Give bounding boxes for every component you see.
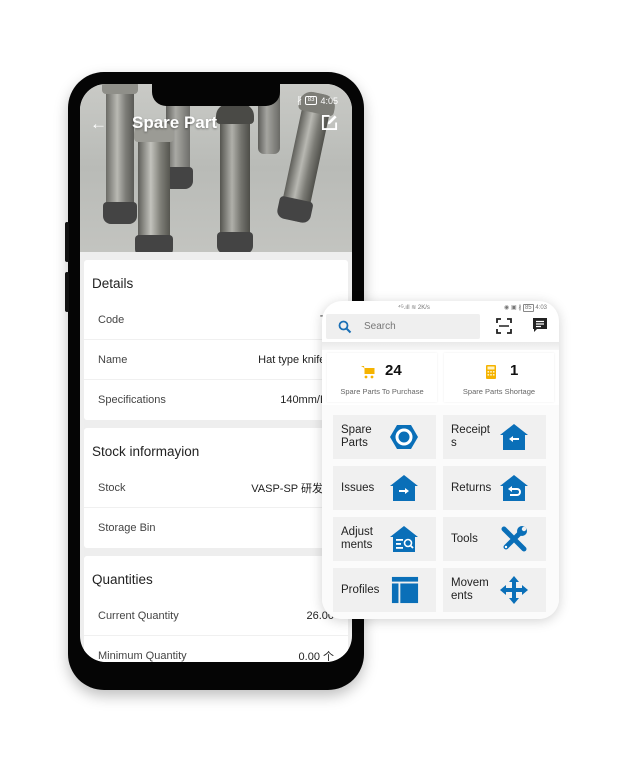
detail-content: Details Code TE Name Hat type knife c Sp… bbox=[80, 252, 352, 662]
edit-icon[interactable] bbox=[321, 114, 338, 131]
tile-returns[interactable]: Returns bbox=[443, 466, 546, 510]
stat-value: 24 bbox=[385, 362, 402, 379]
network-status: ⁴ᴳ.ıll ≋ 2K/s bbox=[398, 305, 430, 311]
section-title: Details bbox=[92, 275, 134, 291]
row-value: 0.00 个 bbox=[298, 651, 334, 662]
row-label: Name bbox=[98, 353, 128, 366]
detail-row-specifications: Specifications 140mm/BT bbox=[84, 380, 348, 420]
tile-label: Movem ents bbox=[451, 577, 489, 602]
house-return-icon bbox=[500, 475, 528, 501]
detail-row-storage-bin: Storage Bin bbox=[84, 508, 348, 548]
section-title: Quantities bbox=[92, 571, 153, 587]
stat-card-purchase[interactable]: 24 Spare Parts To Purchase bbox=[327, 353, 437, 402]
tools-icon bbox=[501, 526, 527, 552]
main-phone: ∦ 83 4:05 ← Spare Part Details Code TE N… bbox=[65, 72, 364, 690]
row-label: Code bbox=[98, 313, 125, 326]
tile-adjustments[interactable]: Adjust ments bbox=[333, 517, 436, 561]
tile-label: Spare Parts bbox=[341, 424, 372, 449]
battery-icon: 83 bbox=[304, 96, 318, 105]
bluetooth-icon: ∦ bbox=[297, 95, 302, 105]
layout-icon bbox=[391, 576, 419, 604]
arrow-left-icon[interactable]: ← bbox=[90, 115, 107, 132]
details-section: Details Code TE Name Hat type knife c Sp… bbox=[84, 260, 348, 420]
search-input[interactable]: Search bbox=[326, 314, 480, 339]
tile-receipts[interactable]: Receipt s bbox=[443, 415, 546, 459]
section-title: Stock informayion bbox=[92, 443, 200, 459]
detail-row-minimum-quantity: Minimum Quantity 0.00 个 bbox=[84, 636, 348, 662]
stat-value: 1 bbox=[510, 362, 519, 379]
tile-issues[interactable]: Issues bbox=[333, 466, 436, 510]
search-icon bbox=[338, 320, 352, 333]
scan-icon[interactable] bbox=[496, 318, 512, 334]
row-label: Minimum Quantity bbox=[98, 650, 187, 662]
cart-icon bbox=[361, 366, 375, 379]
house-arrow-left-icon bbox=[500, 424, 528, 450]
tile-label: Tools bbox=[451, 532, 478, 545]
row-label: Storage Bin bbox=[98, 522, 156, 534]
calculator-icon bbox=[486, 365, 496, 379]
detail-row-stock: Stock VASP-SP 研发中 bbox=[84, 468, 348, 508]
row-label: Stock bbox=[98, 481, 126, 494]
house-arrow-right-icon bbox=[390, 475, 418, 501]
notch bbox=[152, 84, 280, 106]
tile-label: Returns bbox=[451, 481, 492, 494]
panel-status-right: ◉ ▣ ∦ 85 4:03 bbox=[504, 304, 547, 312]
tile-label: Receipt s bbox=[451, 424, 490, 449]
tile-tools[interactable]: Tools bbox=[443, 517, 546, 561]
stat-label: Spare Parts To Purchase bbox=[340, 387, 424, 396]
move-arrows-icon bbox=[500, 576, 528, 604]
divider bbox=[322, 342, 559, 350]
row-label: Specifications bbox=[98, 394, 166, 406]
hex-nut-icon bbox=[390, 425, 418, 449]
tile-label: Issues bbox=[341, 481, 375, 494]
tile-spare-parts[interactable]: Spare Parts bbox=[333, 415, 436, 459]
detail-row-current-quantity: Current Quantity 26.00 bbox=[84, 596, 348, 636]
stat-card-shortage[interactable]: 1 Spare Parts Shortage bbox=[444, 353, 554, 402]
status-time: 4:05 bbox=[320, 95, 338, 106]
app-bar: ← Spare Part bbox=[80, 106, 352, 140]
battery-icon: 85 bbox=[522, 304, 534, 312]
volume-button bbox=[65, 222, 69, 262]
stock-section: Stock informayion Stock VASP-SP 研发中 Stor… bbox=[84, 428, 348, 548]
status-time: 4:03 bbox=[535, 305, 547, 311]
tile-label: Profiles bbox=[341, 583, 380, 596]
detail-row-code: Code TE bbox=[84, 300, 348, 340]
tile-movements[interactable]: Movem ents bbox=[443, 568, 546, 612]
page-title: Spare Part bbox=[132, 113, 218, 132]
message-icon[interactable] bbox=[532, 317, 548, 333]
house-search-icon bbox=[390, 526, 418, 552]
tile-label: Adjust ments bbox=[341, 526, 373, 551]
phone-screen: ∦ 83 4:05 ← Spare Part Details Code TE N… bbox=[80, 84, 352, 662]
row-label: Current Quantity bbox=[98, 609, 179, 622]
quantities-section: Quantities Current Quantity 26.00 Minimu… bbox=[84, 556, 348, 662]
search-placeholder: Search bbox=[364, 321, 396, 332]
power-button bbox=[65, 272, 69, 312]
stat-label: Spare Parts Shortage bbox=[462, 387, 536, 396]
panel-status-bar: ⁴ᴳ.ıll ≋ 2K/s ◉ ▣ ∦ 85 4:03 bbox=[322, 304, 559, 314]
home-panel: ⁴ᴳ.ıll ≋ 2K/s ◉ ▣ ∦ 85 4:03 Search 24 Sp… bbox=[322, 301, 559, 619]
detail-row-name: Name Hat type knife c bbox=[84, 340, 348, 380]
status-bar: ∦ 83 4:05 bbox=[297, 95, 338, 106]
tile-profiles[interactable]: Profiles bbox=[333, 568, 436, 612]
